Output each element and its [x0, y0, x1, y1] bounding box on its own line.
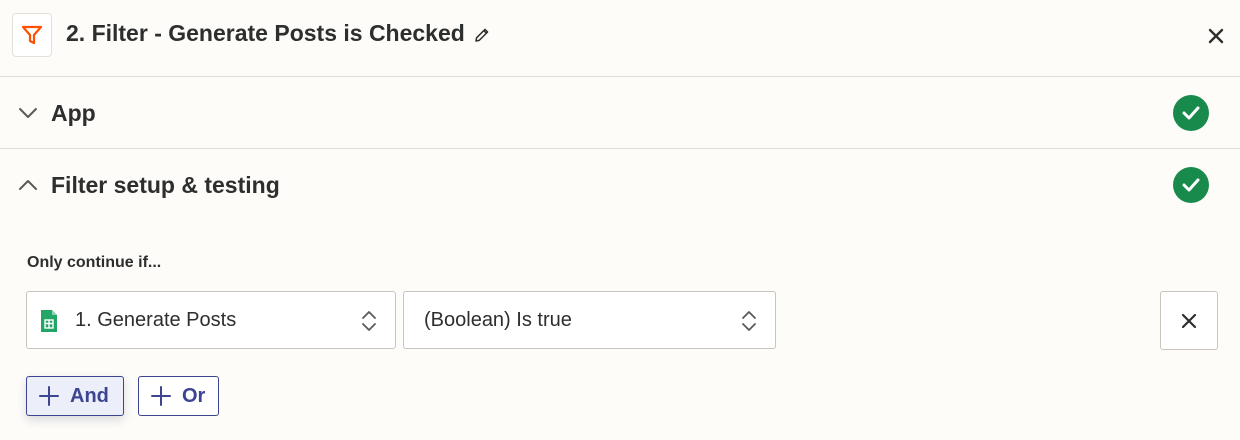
- close-button[interactable]: [1204, 24, 1228, 48]
- add-and-label: And: [70, 384, 109, 407]
- google-sheets-icon: [39, 309, 59, 339]
- add-or-label: Or: [182, 384, 206, 407]
- panel-header: 2. Filter - Generate Posts is Checked: [0, 0, 1240, 77]
- step-title[interactable]: 2. Filter - Generate Posts is Checked: [66, 20, 465, 47]
- plus-icon: [39, 386, 59, 406]
- add-or-button[interactable]: Or: [138, 376, 219, 416]
- condition-label: Only continue if...: [27, 254, 162, 271]
- section-app[interactable]: App: [0, 78, 1240, 149]
- section-filter-setup[interactable]: Filter setup & testing: [0, 150, 1240, 220]
- remove-condition-button[interactable]: [1160, 291, 1218, 350]
- section-app-title: App: [51, 99, 96, 126]
- close-icon: [1208, 28, 1224, 44]
- chevron-down-icon[interactable]: [18, 103, 38, 123]
- select-arrows-icon: [741, 309, 757, 339]
- field-select-value: 1. Generate Posts: [75, 308, 237, 331]
- operator-select-value: (Boolean) Is true: [424, 308, 572, 331]
- select-arrows-icon: [361, 309, 377, 339]
- filter-icon: [21, 25, 43, 45]
- close-icon: [1181, 313, 1197, 328]
- section-filter-title: Filter setup & testing: [51, 171, 280, 198]
- filter-app-icon: [12, 13, 52, 57]
- page-title: 2. Filter - Generate Posts is Checked: [66, 20, 491, 47]
- field-select[interactable]: 1. Generate Posts: [26, 291, 396, 349]
- plus-icon: [151, 386, 171, 406]
- pencil-icon[interactable]: [473, 26, 491, 44]
- chevron-up-icon[interactable]: [18, 175, 38, 195]
- check-circle-icon: [1173, 95, 1209, 131]
- check-circle-icon: [1173, 167, 1209, 203]
- add-and-button[interactable]: And: [26, 376, 124, 416]
- operator-select[interactable]: (Boolean) Is true: [403, 291, 776, 349]
